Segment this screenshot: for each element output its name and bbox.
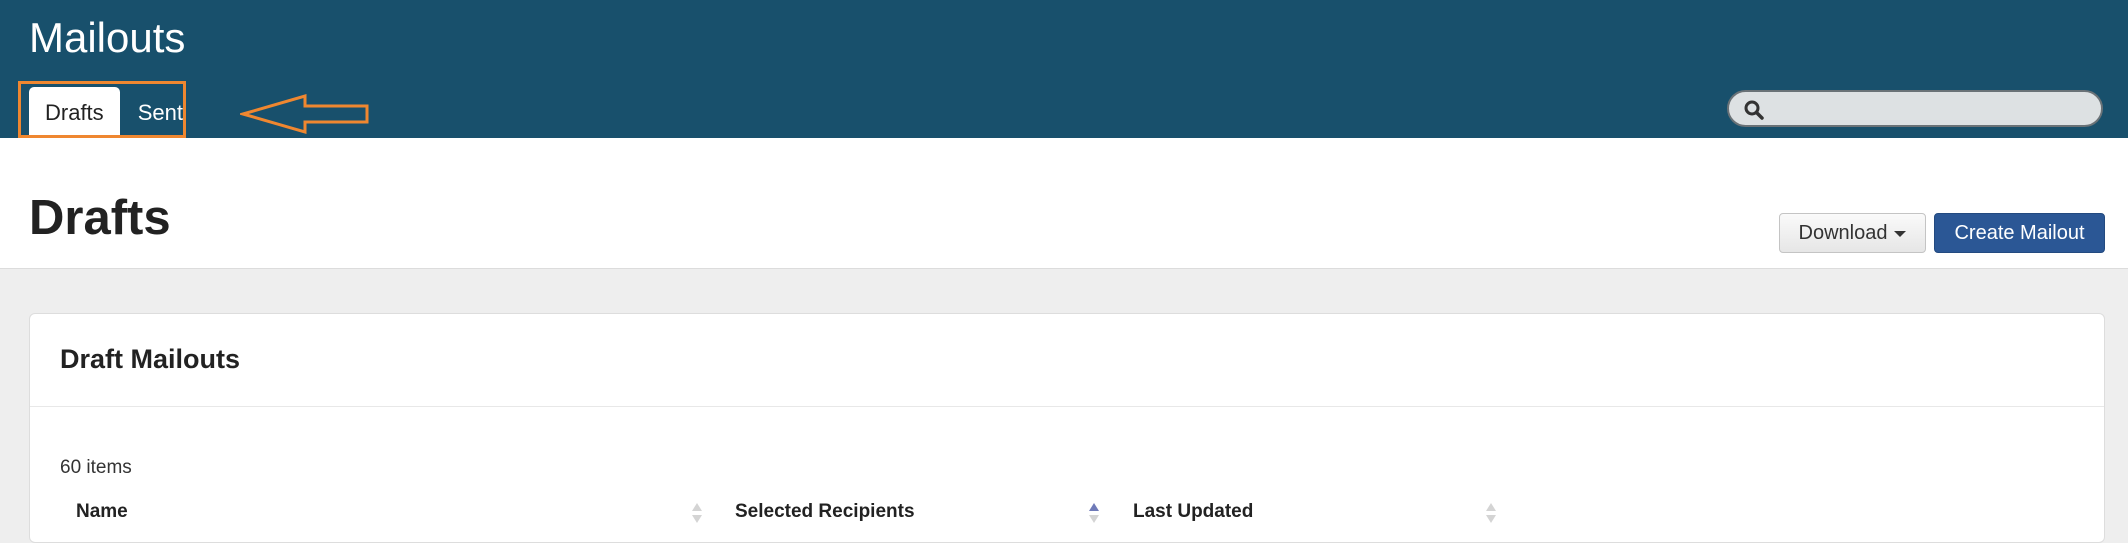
annotation-highlight-box xyxy=(18,81,186,138)
download-button-label: Download xyxy=(1798,222,1888,244)
caret-down-icon xyxy=(1894,230,1907,237)
search-icon xyxy=(1744,100,1764,120)
top-header: Mailouts Drafts Sent xyxy=(0,0,2128,138)
panel-title: Draft Mailouts xyxy=(60,344,241,374)
column-header-selected-recipients[interactable]: Selected Recipients xyxy=(735,501,915,523)
panel-divider xyxy=(30,406,2104,407)
arrow-left-icon xyxy=(240,94,369,134)
sort-icon[interactable] xyxy=(1485,502,1497,524)
page-title: Drafts xyxy=(29,191,171,245)
page-header: Drafts Download Create Mailout xyxy=(0,138,2128,269)
search-box[interactable] xyxy=(1727,90,2103,127)
app-title: Mailouts xyxy=(29,14,186,61)
sort-icon[interactable] xyxy=(691,502,703,524)
column-header-last-updated[interactable]: Last Updated xyxy=(1133,501,1253,523)
draft-mailouts-panel: Draft Mailouts 60 items Name Selected Re… xyxy=(29,313,2105,543)
sort-ascending-icon[interactable] xyxy=(1088,502,1100,524)
item-count: 60 items xyxy=(60,457,132,478)
search-input[interactable] xyxy=(1771,96,2095,124)
download-button[interactable]: Download xyxy=(1779,213,1926,253)
column-header-name[interactable]: Name xyxy=(76,501,128,523)
create-mailout-button[interactable]: Create Mailout xyxy=(1934,213,2105,253)
